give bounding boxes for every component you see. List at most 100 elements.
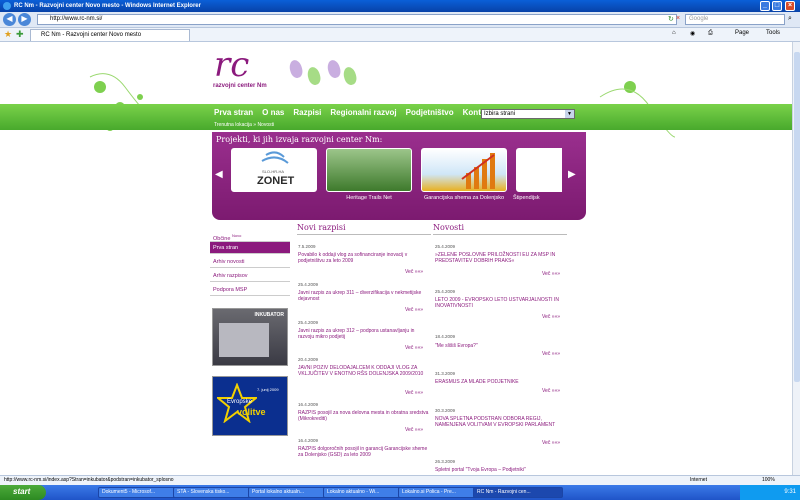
nav-regionalni-razvoj[interactable]: Regionalni razvoj <box>330 108 396 117</box>
close-button[interactable]: × <box>785 1 795 11</box>
novost-link[interactable]: "Me slišiš Evropa?" <box>435 343 567 349</box>
carousel-prev-icon[interactable]: ◀ <box>215 169 223 180</box>
col-novosti-title: Novosti <box>433 223 567 235</box>
evro-date: 7. junij 2009 <box>257 387 279 392</box>
address-toolbar: ◀ ▶ http://www.rc-nm.si/ ↻ × Google ⌕ <box>0 12 800 28</box>
project-thumb-garancijska[interactable] <box>421 148 507 192</box>
project-caption[interactable]: Heritage Trails Net <box>324 195 414 201</box>
status-bar: http://www.rc-nm.si/index.asp?Stran=inku… <box>0 475 800 485</box>
razpis-date: 16.4.2009 <box>298 438 319 443</box>
novost-link[interactable]: ERASMUS ZA MLADE PODJETNIKE <box>435 379 567 385</box>
lmenu-podpora-msp[interactable]: Podpora MSP <box>210 284 290 296</box>
novost-date: 25.4.2009 <box>435 244 456 249</box>
vec-link[interactable]: Več »»» <box>542 388 560 394</box>
vec-link[interactable]: Več »»» <box>542 440 560 446</box>
footprint-icon <box>287 58 305 80</box>
building-image <box>219 323 269 357</box>
web-page: rc razvojni center Nm Prva stran O nas R… <box>0 42 800 475</box>
vec-link[interactable]: Več »»» <box>405 390 423 396</box>
razpis-link[interactable]: Javni razpis za ukrep 312 – podpora usta… <box>298 328 430 340</box>
project-thumb-heritage[interactable] <box>326 148 412 192</box>
novost-link[interactable]: »ZELENE POSLOVNE PRILOŽNOSTI EU ZA MSP I… <box>435 252 567 264</box>
scrollbar-thumb[interactable] <box>794 52 800 382</box>
window-title: RC Nm - Razvojni center Novo mesto - Win… <box>14 3 201 9</box>
main-nav: Prva stran O nas Razpisi Regionalni razv… <box>214 108 492 117</box>
favorites-star-icon[interactable]: ★ <box>4 29 12 40</box>
feeds-icon[interactable]: ◉ <box>690 30 695 37</box>
page-menu[interactable]: Page <box>735 30 749 36</box>
system-tray: 9:31 <box>740 485 800 500</box>
project-caption[interactable]: Garancijska shema za Dolenjsko <box>419 195 509 201</box>
razpis-link[interactable]: RAZPIS dolgoročnih posojil in garancij G… <box>298 446 430 458</box>
forward-button[interactable]: ▶ <box>18 13 31 26</box>
address-input[interactable]: http://www.rc-nm.si/ <box>37 14 677 25</box>
novost-link[interactable]: NOVA SPLETNA PODSTRAN ODBORA REGIJ, NAME… <box>435 416 567 428</box>
project-caption[interactable]: Štipendijsk <box>513 195 573 201</box>
nav-o-nas[interactable]: O nas <box>262 108 284 117</box>
novost-date: 26.3.2009 <box>435 459 456 464</box>
search-icon[interactable]: ⌕ <box>788 15 792 23</box>
novost-date: 31.3.2009 <box>435 371 456 376</box>
print-icon[interactable]: ⎙ <box>708 30 713 37</box>
novost-link[interactable]: Spletni portal "Tvoja Evropa – Podjetnik… <box>435 467 567 473</box>
minimize-button[interactable]: _ <box>760 1 770 11</box>
vec-link[interactable]: Več »»» <box>542 314 560 320</box>
add-favorites-icon[interactable]: ✚ <box>16 29 24 40</box>
razpis-link[interactable]: JAVNI POZIV DELODAJALCEM K ODDAJI VLOG Z… <box>298 365 430 377</box>
novost-date: 18.4.2009 <box>435 334 456 339</box>
vec-link[interactable]: Več »»» <box>542 271 560 277</box>
inkubator-banner[interactable]: INKUBATOR <box>212 308 288 366</box>
page-scrollbar[interactable] <box>792 42 800 475</box>
home-icon[interactable]: ⌂ <box>672 30 676 36</box>
vec-link[interactable]: Več »»» <box>405 307 423 313</box>
clock: 9:31 <box>784 489 796 495</box>
vec-link[interactable]: Več »»» <box>405 345 423 351</box>
vec-link[interactable]: Več »»» <box>542 351 560 357</box>
status-zoom[interactable]: 100% <box>762 476 775 485</box>
project-thumb-zonet[interactable]: SLO-HR-HA ZONET <box>231 148 317 192</box>
start-button[interactable]: start <box>0 485 46 500</box>
status-url: http://www.rc-nm.si/index.asp?Stran=inku… <box>4 477 174 483</box>
search-input[interactable]: Google <box>685 14 785 25</box>
razpis-link[interactable]: Povabilo k oddaji vlog za sofinanciranje… <box>298 252 430 264</box>
project-thumb-stipendijska[interactable] <box>516 148 562 192</box>
tab-active[interactable]: RC Nm - Razvojni center Novo mesto <box>30 29 190 41</box>
chevron-down-icon[interactable]: ▼ <box>565 110 574 118</box>
evro-line2: volitve <box>237 407 266 417</box>
lmenu-arhiv-novosti[interactable]: Arhiv novosti <box>210 256 290 268</box>
evropske-volitve-banner[interactable]: 7. junij 2009 Evropske volitve <box>212 376 288 436</box>
novo-badge: Novo <box>231 233 242 238</box>
tools-menu[interactable]: Tools <box>766 30 780 36</box>
lmenu-obcine[interactable]: Občine Novo <box>210 230 290 242</box>
taskbar-item-active[interactable]: RC Nm - Razvojni cen... <box>473 487 563 498</box>
novost-link[interactable]: LETO 2009 - EVROPSKO LETO USTVARJALNOSTI… <box>435 297 567 309</box>
ie-icon <box>3 2 11 10</box>
lmenu-arhiv-razpisov[interactable]: Arhiv razpisov <box>210 270 290 282</box>
zonet-label: ZONET <box>257 175 295 187</box>
inkubator-label: INKUBATOR <box>254 312 284 318</box>
site-logo[interactable]: rc <box>214 48 249 82</box>
razpis-link[interactable]: Javni razpis za ukrep 311 – diverzifikac… <box>298 290 430 302</box>
refresh-icon[interactable]: ↻ <box>668 15 674 23</box>
carousel-next-icon[interactable]: ▶ <box>568 169 576 180</box>
maximize-button[interactable]: □ <box>772 1 782 11</box>
window-titlebar: RC Nm - Razvojni center Novo mesto - Win… <box>0 0 800 12</box>
nav-razpisi[interactable]: Razpisi <box>293 108 321 117</box>
razpis-link[interactable]: RAZPIS posojil za nova delovna mesta in … <box>298 410 430 422</box>
vec-link[interactable]: Več »»» <box>405 427 423 433</box>
novost-date: 25.4.2009 <box>435 289 456 294</box>
tab-command-bar: ★ ✚ RC Nm - Razvojni center Novo mesto ⌂… <box>0 28 800 42</box>
stop-icon[interactable]: × <box>676 15 680 22</box>
nav-prva-stran[interactable]: Prva stran <box>214 108 253 117</box>
evro-line1: Evropske <box>227 399 253 405</box>
breadcrumb: Trenutna lokacija » Novosti <box>214 122 275 128</box>
lmenu-prva-stran[interactable]: Prva stran <box>210 242 290 254</box>
page-select-value: Izbira strani <box>484 111 516 117</box>
razpis-date: 7.5.2009 <box>298 244 316 249</box>
novost-date: 30.3.2009 <box>435 408 456 413</box>
site-logo-subtitle: razvojni center Nm <box>213 83 267 89</box>
back-button[interactable]: ◀ <box>3 13 16 26</box>
vec-link[interactable]: Več »»» <box>405 269 423 275</box>
nav-podjetnistvo[interactable]: Podjetništvo <box>406 108 454 117</box>
page-select[interactable]: Izbira strani ▼ <box>481 109 575 119</box>
